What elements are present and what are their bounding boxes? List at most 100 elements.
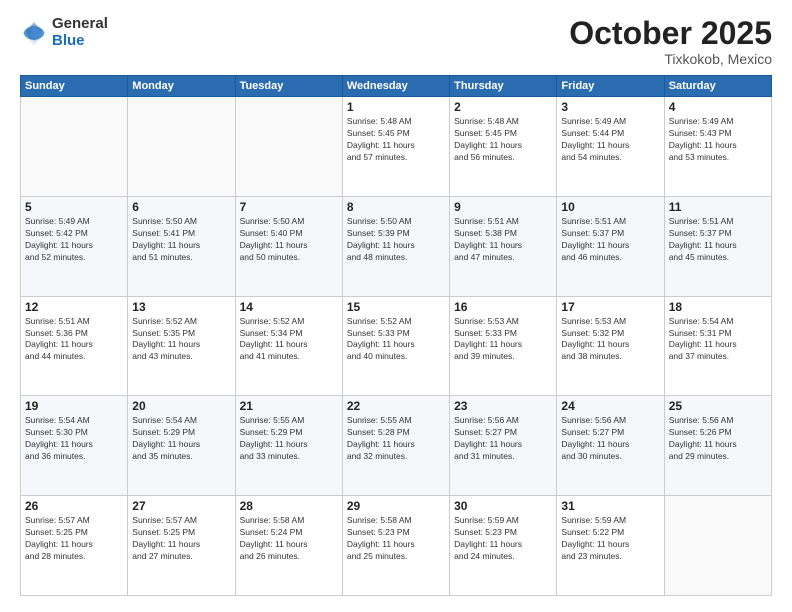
day-number: 6 [132,200,230,214]
calendar-cell: 17 Sunrise: 5:53 AM Sunset: 5:32 PM Dayli… [557,296,664,396]
calendar-cell [128,97,235,197]
calendar-cell: 13 Sunrise: 5:52 AM Sunset: 5:35 PM Dayli… [128,296,235,396]
calendar-cell: 28Sunrise: 5:58 AM Sunset: 5:24 PM Dayli… [235,496,342,596]
logo-text-block: General Blue [52,16,108,49]
day-info: Sunrise: 5:51 AM Sunset: 5:38 PM Dayligh… [454,216,552,264]
day-number: 27 [132,499,230,513]
calendar-cell: 12Sunrise: 5:51 AM Sunset: 5:36 PM Dayli… [21,296,128,396]
day-number: 30 [454,499,552,513]
weekday-header: Saturday [664,76,771,97]
calendar-cell: 27 Sunrise: 5:57 AM Sunset: 5:25 PM Dayli… [128,496,235,596]
calendar-cell: 19 Sunrise: 5:54 AM Sunset: 5:30 PM Dayli… [21,396,128,496]
calendar-cell: 14 Sunrise: 5:52 AM Sunset: 5:34 PM Dayli… [235,296,342,396]
calendar-cell: 16Sunrise: 5:53 AM Sunset: 5:33 PM Dayli… [450,296,557,396]
day-info: Sunrise: 5:48 AM Sunset: 5:45 PM Dayligh… [454,116,552,164]
day-info: Sunrise: 5:54 AM Sunset: 5:29 PM Dayligh… [132,415,230,463]
day-number: 15 [347,300,445,314]
day-info: Sunrise: 5:51 AM Sunset: 5:36 PM Dayligh… [25,316,123,364]
day-info: Sunrise: 5:57 AM Sunset: 5:25 PM Dayligh… [25,515,123,563]
calendar-cell: 4 Sunrise: 5:49 AM Sunset: 5:43 PM Daylig… [664,97,771,197]
calendar-cell: 6Sunrise: 5:50 AM Sunset: 5:41 PM Daylig… [128,196,235,296]
day-number: 31 [561,499,659,513]
logo-general: General [52,16,108,33]
calendar-cell: 21 Sunrise: 5:55 AM Sunset: 5:29 PM Dayli… [235,396,342,496]
calendar-week-row: 5Sunrise: 5:49 AM Sunset: 5:42 PM Daylig… [21,196,772,296]
day-info: Sunrise: 5:49 AM Sunset: 5:43 PM Dayligh… [669,116,767,164]
logo: General Blue [20,16,108,49]
calendar-cell: 18 Sunrise: 5:54 AM Sunset: 5:31 PM Dayli… [664,296,771,396]
month-title: October 2025 [569,16,772,51]
day-number: 23 [454,399,552,413]
day-number: 14 [240,300,338,314]
calendar-cell: 25Sunrise: 5:56 AM Sunset: 5:26 PM Dayli… [664,396,771,496]
calendar-week-row: 19 Sunrise: 5:54 AM Sunset: 5:30 PM Dayli… [21,396,772,496]
day-number: 1 [347,100,445,114]
calendar-cell: 22Sunrise: 5:55 AM Sunset: 5:28 PM Dayli… [342,396,449,496]
calendar-week-row: 26 Sunrise: 5:57 AM Sunset: 5:25 PM Dayli… [21,496,772,596]
calendar-week-row: 12Sunrise: 5:51 AM Sunset: 5:36 PM Dayli… [21,296,772,396]
day-number: 9 [454,200,552,214]
calendar-cell: 30Sunrise: 5:59 AM Sunset: 5:23 PM Dayli… [450,496,557,596]
day-number: 13 [132,300,230,314]
calendar-cell: 7Sunrise: 5:50 AM Sunset: 5:40 PM Daylig… [235,196,342,296]
calendar-cell: 24Sunrise: 5:56 AM Sunset: 5:27 PM Dayli… [557,396,664,496]
logo-blue: Blue [52,33,108,50]
day-number: 3 [561,100,659,114]
calendar-cell: 9 Sunrise: 5:51 AM Sunset: 5:38 PM Daylig… [450,196,557,296]
calendar-cell: 15 Sunrise: 5:52 AM Sunset: 5:33 PM Dayli… [342,296,449,396]
day-info: Sunrise: 5:57 AM Sunset: 5:25 PM Dayligh… [132,515,230,563]
day-number: 29 [347,499,445,513]
calendar-cell: 31 Sunrise: 5:59 AM Sunset: 5:22 PM Dayli… [557,496,664,596]
weekday-header: Sunday [21,76,128,97]
day-info: Sunrise: 5:52 AM Sunset: 5:34 PM Dayligh… [240,316,338,364]
day-number: 2 [454,100,552,114]
day-info: Sunrise: 5:59 AM Sunset: 5:22 PM Dayligh… [561,515,659,563]
weekday-header-row: SundayMondayTuesdayWednesdayThursdayFrid… [21,76,772,97]
day-number: 24 [561,399,659,413]
day-number: 21 [240,399,338,413]
day-number: 19 [25,399,123,413]
calendar-cell: 23 Sunrise: 5:56 AM Sunset: 5:27 PM Dayli… [450,396,557,496]
calendar-week-row: 1 Sunrise: 5:48 AM Sunset: 5:45 PM Daylig… [21,97,772,197]
day-info: Sunrise: 5:58 AM Sunset: 5:23 PM Dayligh… [347,515,445,563]
calendar-cell [21,97,128,197]
day-info: Sunrise: 5:56 AM Sunset: 5:27 PM Dayligh… [454,415,552,463]
day-info: Sunrise: 5:52 AM Sunset: 5:33 PM Dayligh… [347,316,445,364]
day-number: 28 [240,499,338,513]
day-number: 10 [561,200,659,214]
day-number: 26 [25,499,123,513]
weekday-header: Monday [128,76,235,97]
day-info: Sunrise: 5:53 AM Sunset: 5:32 PM Dayligh… [561,316,659,364]
weekday-header: Thursday [450,76,557,97]
day-number: 11 [669,200,767,214]
day-info: Sunrise: 5:48 AM Sunset: 5:45 PM Dayligh… [347,116,445,164]
calendar-cell: 1 Sunrise: 5:48 AM Sunset: 5:45 PM Daylig… [342,97,449,197]
day-number: 18 [669,300,767,314]
day-info: Sunrise: 5:52 AM Sunset: 5:35 PM Dayligh… [132,316,230,364]
weekday-header: Wednesday [342,76,449,97]
calendar-cell: 29 Sunrise: 5:58 AM Sunset: 5:23 PM Dayli… [342,496,449,596]
day-number: 5 [25,200,123,214]
day-info: Sunrise: 5:51 AM Sunset: 5:37 PM Dayligh… [669,216,767,264]
day-number: 16 [454,300,552,314]
day-info: Sunrise: 5:55 AM Sunset: 5:29 PM Dayligh… [240,415,338,463]
day-number: 7 [240,200,338,214]
calendar-cell: 2 Sunrise: 5:48 AM Sunset: 5:45 PM Daylig… [450,97,557,197]
calendar-cell [235,97,342,197]
weekday-header: Friday [557,76,664,97]
day-info: Sunrise: 5:54 AM Sunset: 5:30 PM Dayligh… [25,415,123,463]
weekday-header: Tuesday [235,76,342,97]
calendar-cell: 26 Sunrise: 5:57 AM Sunset: 5:25 PM Dayli… [21,496,128,596]
calendar-cell: 5Sunrise: 5:49 AM Sunset: 5:42 PM Daylig… [21,196,128,296]
day-number: 4 [669,100,767,114]
title-block: October 2025 Tixkokob, Mexico [569,16,772,67]
day-info: Sunrise: 5:54 AM Sunset: 5:31 PM Dayligh… [669,316,767,364]
header: General Blue October 2025 Tixkokob, Mexi… [20,16,772,67]
calendar-cell: 8Sunrise: 5:50 AM Sunset: 5:39 PM Daylig… [342,196,449,296]
day-number: 22 [347,399,445,413]
day-number: 20 [132,399,230,413]
day-info: Sunrise: 5:56 AM Sunset: 5:26 PM Dayligh… [669,415,767,463]
day-info: Sunrise: 5:51 AM Sunset: 5:37 PM Dayligh… [561,216,659,264]
day-number: 17 [561,300,659,314]
calendar-cell: 11 Sunrise: 5:51 AM Sunset: 5:37 PM Dayli… [664,196,771,296]
